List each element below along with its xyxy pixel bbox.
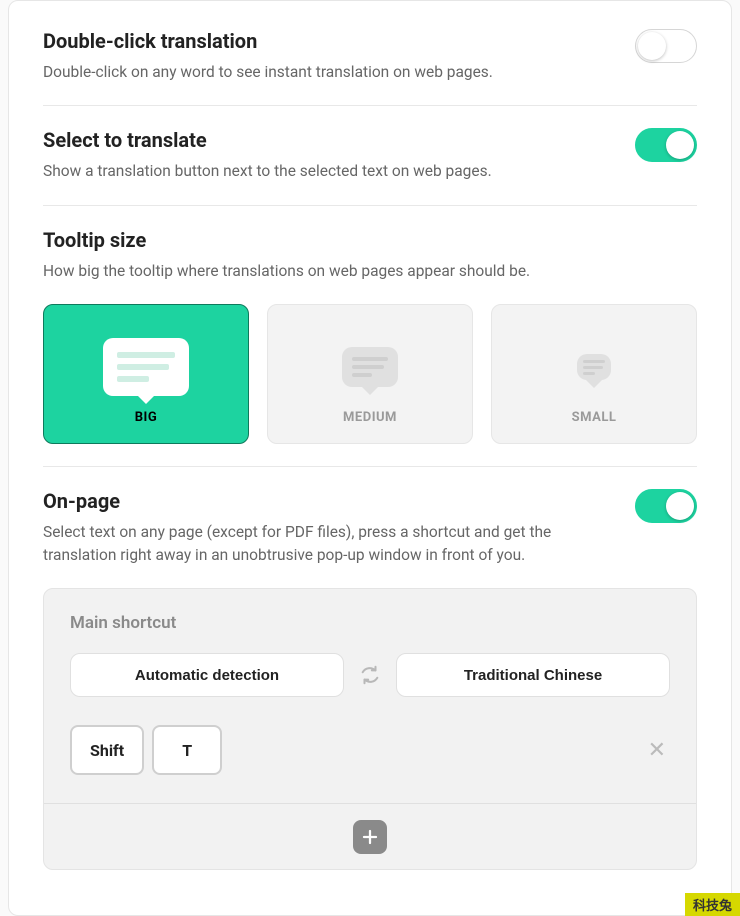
shortcut-key-1[interactable]: Shift	[70, 725, 144, 775]
toggle-knob	[666, 492, 694, 520]
select-translate-desc: Show a translation button next to the se…	[43, 160, 603, 182]
section-tooltip-size: Tooltip size How big the tooltip where t…	[43, 228, 697, 467]
size-label: SMALL	[572, 410, 617, 425]
swap-icon[interactable]	[358, 664, 382, 686]
tooltip-size-desc: How big the tooltip where translations o…	[43, 260, 603, 282]
toggle-knob	[638, 32, 666, 60]
tooltip-size-medium[interactable]: MEDIUM	[267, 304, 473, 444]
on-page-toggle[interactable]	[635, 489, 697, 523]
language-row: Automatic detection Traditional Chinese	[70, 653, 670, 697]
shortcut-keys-row: Shift T ✕	[70, 725, 670, 775]
tooltip-icon	[342, 347, 398, 387]
shortcut-title: Main shortcut	[70, 613, 670, 633]
source-language-button[interactable]: Automatic detection	[70, 653, 344, 697]
select-translate-title: Select to translate	[43, 128, 697, 152]
tooltip-size-big[interactable]: BIG	[43, 304, 249, 444]
on-page-title: On-page	[43, 489, 697, 513]
select-translate-toggle[interactable]	[635, 128, 697, 162]
add-shortcut-button[interactable]	[353, 820, 387, 854]
size-label: MEDIUM	[343, 410, 397, 425]
target-language-button[interactable]: Traditional Chinese	[396, 653, 670, 697]
toggle-knob	[666, 131, 694, 159]
settings-card: Double-click translation Double-click on…	[8, 0, 732, 916]
clear-shortcut-icon[interactable]: ✕	[648, 738, 666, 763]
tooltip-size-small[interactable]: SMALL	[491, 304, 697, 444]
section-on-page: On-page Select text on any page (except …	[43, 489, 697, 892]
section-select-translate: Select to translate Show a translation b…	[43, 128, 697, 205]
shortcut-key-2[interactable]: T	[152, 725, 222, 775]
tooltip-icon	[103, 338, 189, 396]
tooltip-size-options: BIG MEDIUM SMALL	[43, 304, 697, 444]
size-label: BIG	[135, 410, 157, 425]
tooltip-icon	[577, 354, 611, 380]
watermark: 科技兔	[685, 893, 740, 916]
double-click-desc: Double-click on any word to see instant …	[43, 61, 603, 83]
double-click-toggle[interactable]	[635, 29, 697, 63]
double-click-title: Double-click translation	[43, 29, 697, 53]
tooltip-size-title: Tooltip size	[43, 228, 697, 252]
shortcut-panel: Main shortcut Automatic detection Tradit…	[43, 588, 697, 870]
section-double-click: Double-click translation Double-click on…	[43, 29, 697, 106]
add-shortcut-bar	[44, 803, 696, 869]
on-page-desc: Select text on any page (except for PDF …	[43, 521, 603, 566]
